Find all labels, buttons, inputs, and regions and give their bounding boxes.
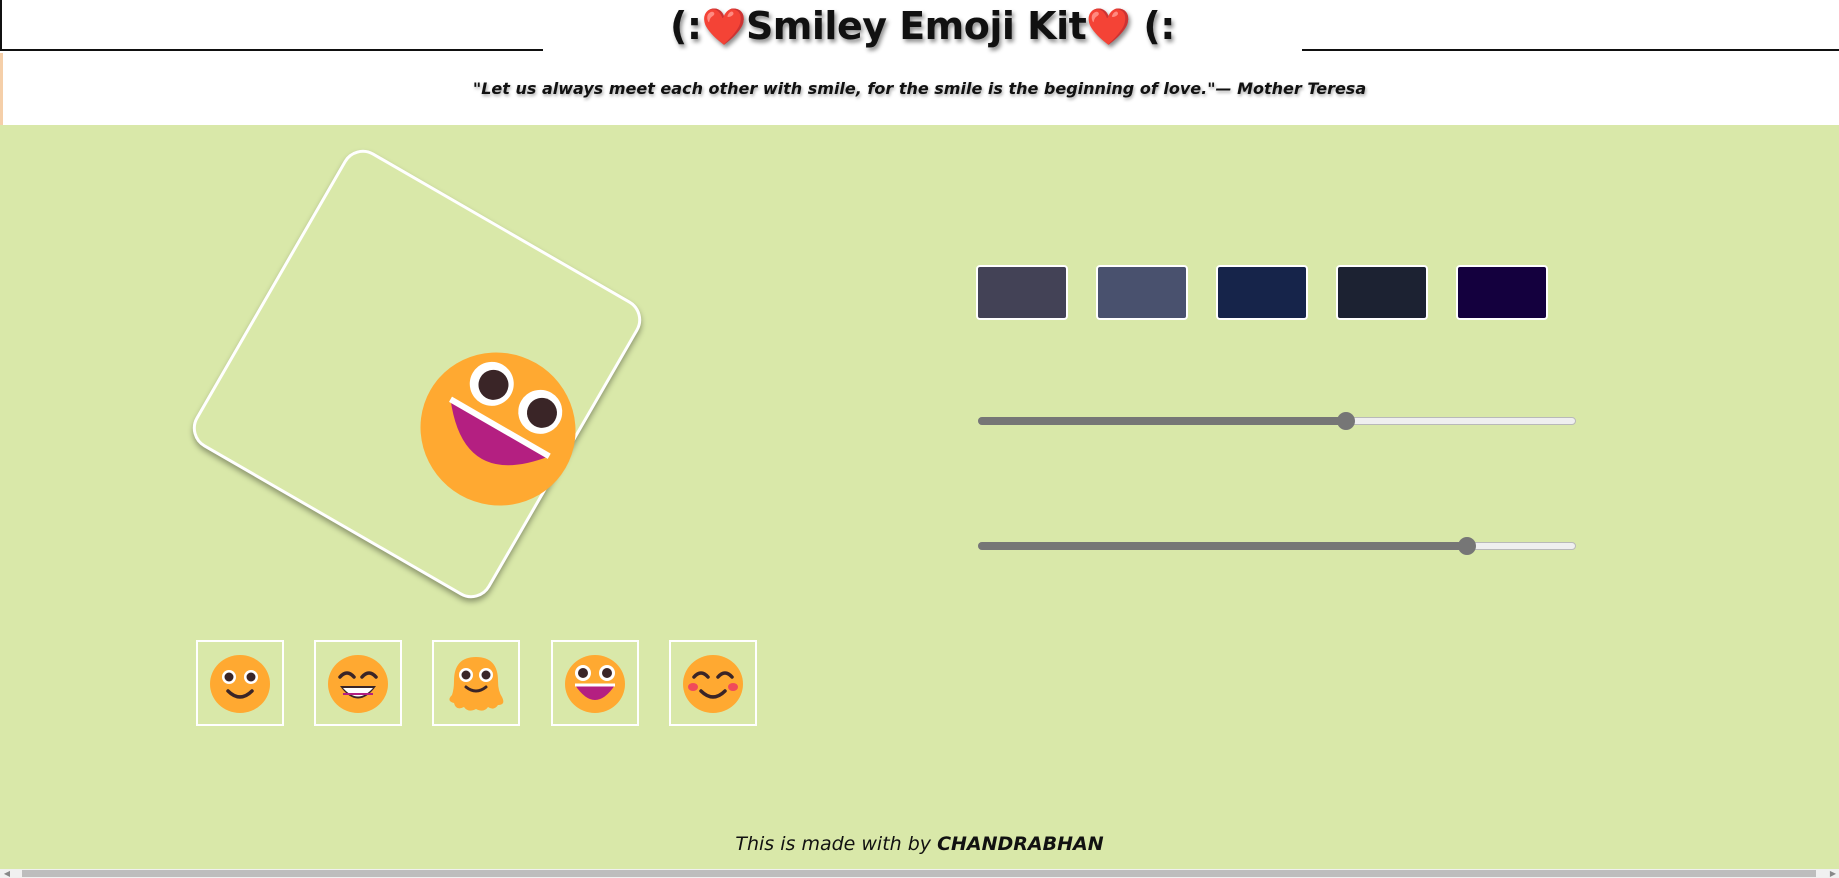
header: (:❤️Smiley Emoji Kit❤️ (: "Let us always… xyxy=(0,0,1839,125)
slider-fill xyxy=(978,542,1467,550)
slider-thumb[interactable] xyxy=(1337,412,1355,430)
slider-thumb[interactable] xyxy=(1458,537,1476,555)
melting-face-icon xyxy=(449,657,504,711)
emoji-option-melting[interactable] xyxy=(432,640,520,726)
rotation-slider[interactable] xyxy=(978,536,1576,556)
grinning-face-with-smiling-eyes-icon xyxy=(328,655,388,713)
page-title: (:❤️Smiley Emoji Kit❤️ (: xyxy=(543,4,1302,48)
horizontal-scrollbar[interactable]: ◀ ▶ xyxy=(0,869,1839,878)
emoji-option-slightly-smiling[interactable] xyxy=(196,640,284,726)
size-slider[interactable] xyxy=(978,411,1576,431)
scroll-right-arrow-icon[interactable]: ▶ xyxy=(1828,869,1838,878)
main-area xyxy=(0,125,1839,869)
slider-fill xyxy=(978,417,1346,425)
footer-prefix: This is made with by xyxy=(735,833,938,855)
grinning-face-with-big-eyes-icon xyxy=(565,655,625,713)
color-swatch-5[interactable] xyxy=(1456,265,1548,320)
footer-author: CHANDRABHAN xyxy=(937,833,1104,855)
emoji-option-grinning-big-eyes[interactable] xyxy=(551,640,639,726)
emoji-option-smiling-eyes[interactable] xyxy=(669,640,757,726)
slightly-smiling-face-icon xyxy=(210,655,270,713)
smiling-face-with-smiling-eyes-icon xyxy=(683,655,743,713)
title-text: Smiley Emoji Kit xyxy=(745,4,1087,48)
quote-text: "Let us always meet each other with smil… xyxy=(472,79,1367,98)
page: (:❤️Smiley Emoji Kit❤️ (: "Let us always… xyxy=(0,0,1839,878)
title-prefix: (: xyxy=(670,4,702,48)
color-swatch-4[interactable] xyxy=(1336,265,1428,320)
emoji-option-grinning-smiling-eyes[interactable] xyxy=(314,640,402,726)
header-divider-left xyxy=(0,49,543,51)
scrollbar-thumb[interactable] xyxy=(22,870,1816,877)
footer-credit: This is made with by CHANDRABHAN xyxy=(0,833,1839,855)
color-swatch-1[interactable] xyxy=(976,265,1068,320)
heart-icon: ❤️ xyxy=(701,7,747,48)
preview-emoji-icon xyxy=(420,352,576,506)
header-left-border xyxy=(0,0,2,50)
title-suffix: (: xyxy=(1143,4,1175,48)
color-swatch-3[interactable] xyxy=(1216,265,1308,320)
scroll-left-arrow-icon[interactable]: ◀ xyxy=(2,869,12,878)
header-divider-right xyxy=(1302,49,1839,51)
color-swatch-2[interactable] xyxy=(1096,265,1188,320)
heart-icon: ❤️ xyxy=(1086,7,1131,48)
